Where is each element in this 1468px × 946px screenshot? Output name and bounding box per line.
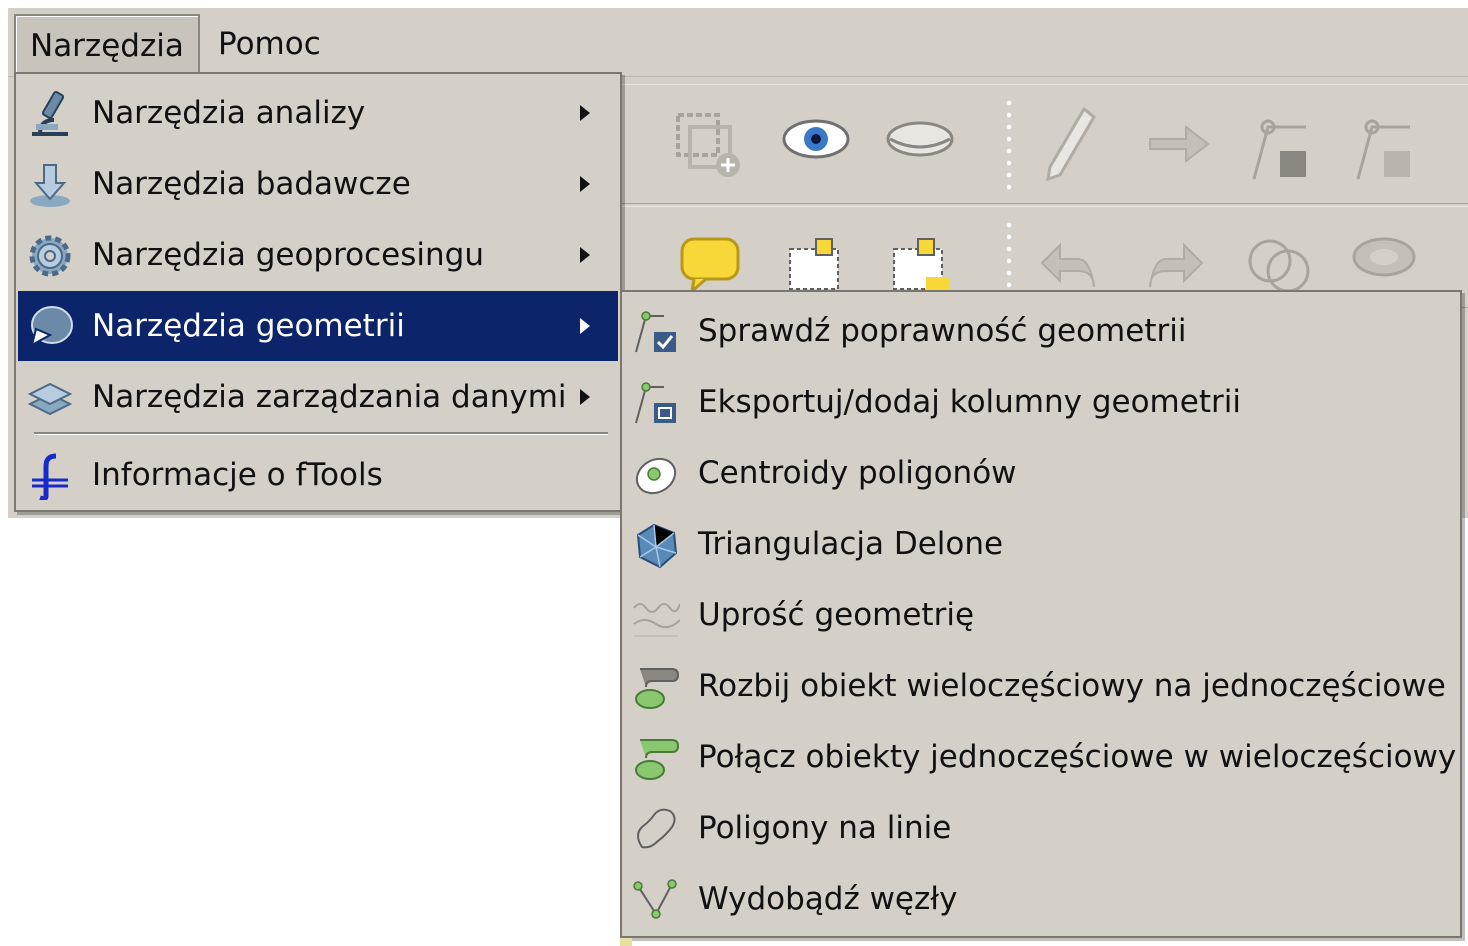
pencil-icon[interactable]: [1040, 103, 1100, 183]
menu-item-label: Narzędzia badawcze: [92, 166, 411, 202]
submenu-item-label: Rozbij obiekt wieloczęściowy na jednoczę…: [698, 668, 1446, 704]
extract-nodes-icon: [633, 879, 677, 919]
menu-item-label: Informacje o fTools: [92, 457, 383, 493]
submenu-item-uprosc[interactable]: Uprość geometrię: [624, 580, 1458, 651]
menubar: Narzędzia Pomoc: [8, 8, 1468, 77]
submenu-item-poligony-na-linie[interactable]: Poligony na linie: [624, 793, 1458, 864]
submenu-item-label: Eksportuj/dodaj kolumny geometrii: [698, 384, 1241, 420]
submenu-arrow-icon: [580, 247, 590, 263]
toolbar-grip-2[interactable]: [1002, 219, 1016, 299]
menu-pomoc[interactable]: Pomoc: [204, 14, 335, 74]
triangulation-icon: [636, 523, 678, 569]
submenu-item-polacz[interactable]: Połącz obiekty jednoczęściowe w wieloczę…: [624, 722, 1458, 793]
geometry-submenu: Sprawdź poprawność geometrii Eksportuj/d…: [620, 290, 1462, 938]
menu-item-label: Narzędzia zarządzania danymi: [92, 379, 567, 415]
menu-item-narzedzia-zarzadzania-danymi[interactable]: Narzędzia zarządzania danymi: [18, 362, 618, 432]
merge-attributes-icon[interactable]: [1350, 231, 1420, 291]
node-tool-icon[interactable]: [1250, 115, 1310, 185]
narzedzia-menu: Narzędzia analizy Narzędzia badawcze Nar…: [14, 72, 622, 512]
toolbar-grip[interactable]: [1002, 97, 1016, 193]
toolbar-top: [620, 84, 1468, 204]
submenu-arrow-icon: [580, 318, 590, 334]
gear-icon: [29, 235, 71, 277]
submenu-item-label: Triangulacja Delone: [698, 526, 1004, 562]
menu-item-narzedzia-analizy[interactable]: Narzędzia analizy: [18, 78, 618, 148]
simplify-icon: [633, 603, 680, 637]
submenu-item-label: Wydobądź węzły: [698, 881, 958, 917]
menu-narzedzia[interactable]: Narzędzia: [14, 14, 200, 74]
submenu-item-label: Centroidy poligonów: [698, 455, 1017, 491]
geometry-icon: [30, 306, 73, 347]
menu-item-narzedzia-geometrii[interactable]: Narzędzia geometrii: [18, 291, 618, 361]
menu-separator: [34, 432, 608, 435]
ftools-icon: [32, 453, 68, 500]
menu-item-label: Narzędzia geometrii: [92, 308, 405, 344]
submenu-item-label: Uprość geometrię: [698, 597, 975, 633]
desktop-fragment: [620, 938, 632, 946]
single-to-multi-icon: [635, 739, 680, 780]
microscope-icon: [32, 90, 68, 136]
menu-item-informacje-o-ftools[interactable]: Informacje o fTools: [18, 440, 618, 510]
annotation-balloon-icon[interactable]: [678, 235, 742, 295]
submenu-item-label: Poligony na linie: [698, 810, 952, 846]
submenu-item-sprawdz-poprawnosc[interactable]: Sprawdź poprawność geometrii: [624, 296, 1458, 367]
submenu-item-wydobadz-wezly[interactable]: Wydobądź węzły: [624, 864, 1458, 935]
eye-closed-icon[interactable]: [884, 115, 956, 165]
submenu-item-label: Połącz obiekty jednoczęściowe w wieloczę…: [698, 739, 1457, 775]
menu-item-narzedzia-geoprocesingu[interactable]: Narzędzia geoprocesingu: [18, 220, 618, 290]
submenu-item-triangulacja[interactable]: Triangulacja Delone: [624, 509, 1458, 580]
export-columns-icon: [635, 382, 676, 424]
submenu-item-label: Sprawdź poprawność geometrii: [698, 313, 1187, 349]
layers-icon: [27, 382, 73, 416]
submenu-item-rozbij[interactable]: Rozbij obiekt wieloczęściowy na jednoczę…: [624, 651, 1458, 722]
submenu-arrow-icon: [580, 105, 590, 121]
arrow-right-icon[interactable]: [1146, 119, 1212, 169]
multi-to-single-icon: [635, 668, 680, 709]
centroid-icon: [635, 457, 677, 495]
layer-add-icon[interactable]: [672, 107, 744, 179]
download-arrow-icon: [30, 164, 70, 207]
redo-icon[interactable]: [1144, 237, 1206, 297]
menu-item-narzedzia-badawcze[interactable]: Narzędzia badawcze: [18, 149, 618, 219]
text-annotation-icon[interactable]: [786, 233, 846, 293]
menu-item-label: Narzędzia analizy: [92, 95, 366, 131]
submenu-item-eksportuj-kolumny[interactable]: Eksportuj/dodaj kolumny geometrii: [624, 367, 1458, 438]
node-settings-icon[interactable]: [1354, 115, 1414, 185]
submenu-arrow-icon: [580, 389, 590, 405]
undo-icon[interactable]: [1038, 237, 1100, 297]
menu-item-label: Narzędzia geoprocesingu: [92, 237, 484, 273]
eye-icon[interactable]: [780, 111, 852, 167]
check-geometry-icon: [635, 311, 676, 353]
polygon-to-line-icon: [637, 808, 676, 849]
submenu-arrow-icon: [580, 176, 590, 192]
submenu-item-centroidy[interactable]: Centroidy poligonów: [624, 438, 1458, 509]
